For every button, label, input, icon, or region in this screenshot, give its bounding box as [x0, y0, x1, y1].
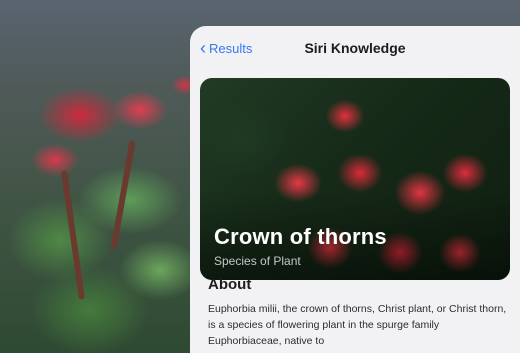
about-heading: About — [208, 276, 252, 293]
sheet-title: Siri Knowledge — [304, 40, 406, 56]
plant-stem — [110, 140, 136, 250]
siri-knowledge-sheet: ‹ Results Siri Knowledge Crown of thorns… — [190, 26, 520, 353]
hero-subtitle: Species of Plant — [214, 254, 301, 268]
plant-stem — [60, 170, 86, 300]
about-text: Euphorbia milii, the crown of thorns, Ch… — [208, 303, 507, 347]
hero-image: Crown of thorns Species of Plant — [200, 78, 510, 280]
navigation-bar: ‹ Results Siri Knowledge — [190, 26, 520, 70]
hero-title: Crown of thorns — [214, 224, 387, 249]
